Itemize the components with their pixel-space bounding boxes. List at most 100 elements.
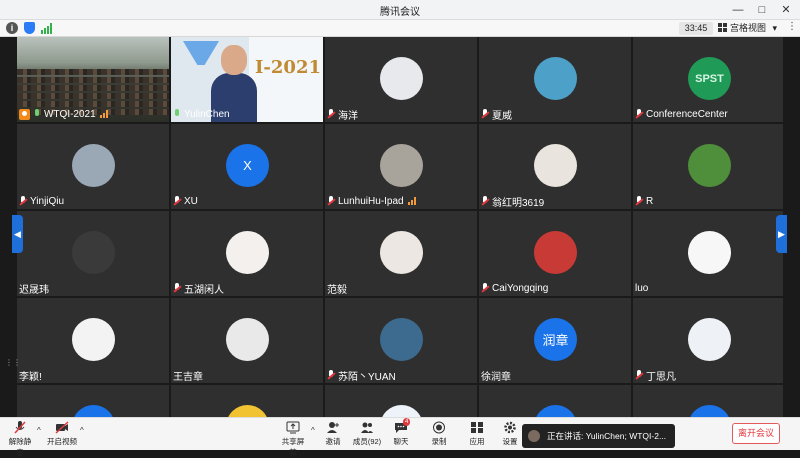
microphone-muted-icon bbox=[635, 195, 644, 207]
settings-button[interactable]: 设置 bbox=[499, 421, 521, 449]
participant-name-row: 范毅 bbox=[327, 281, 347, 296]
participant-tile[interactable]: 李颖! bbox=[17, 298, 169, 383]
share-screen-button[interactable]: 共享屏幕 bbox=[279, 421, 307, 457]
signal-icon bbox=[407, 197, 417, 205]
members-button[interactable]: 成员(92) bbox=[352, 421, 382, 449]
avatar: SPST bbox=[688, 57, 731, 100]
participant-name: 翁红明3619 bbox=[492, 197, 545, 209]
participant-tile[interactable]: SPST ConferenceCenter bbox=[633, 37, 783, 122]
participant-name: CaiYongqing bbox=[492, 282, 549, 294]
participant-name-row: ConferenceCenter bbox=[635, 107, 728, 121]
audience-row bbox=[17, 93, 169, 99]
participant-name: 迟晟玮 bbox=[19, 284, 49, 296]
participant-name: R bbox=[646, 195, 654, 207]
participant-tile[interactable]: Y bbox=[633, 385, 783, 417]
avatar bbox=[534, 57, 577, 100]
participant-name-row: 徐润章 bbox=[481, 368, 511, 383]
title-bar: 腾讯会议 — □ ✕ bbox=[0, 0, 800, 20]
members-icon bbox=[360, 421, 374, 434]
avatar: 润章 bbox=[534, 318, 577, 361]
participant-name-row: 迟晟玮 bbox=[19, 281, 49, 296]
microphone-muted-icon bbox=[327, 108, 336, 120]
participant-tile[interactable] bbox=[325, 385, 477, 417]
previous-page-button[interactable]: ◀ bbox=[12, 215, 23, 253]
participant-tile[interactable]: YinjiQiu bbox=[17, 124, 169, 209]
participant-name-row: YinjiQiu bbox=[19, 194, 64, 208]
participant-tile[interactable]: 润章徐润章 bbox=[479, 298, 631, 383]
participant-name-row: CaiYongqing bbox=[481, 281, 548, 295]
microphone-muted-icon bbox=[327, 195, 336, 207]
active-speaker-indicator: 正在讲话: YulinChen; WTQI-2... bbox=[522, 424, 675, 448]
microphone-muted-icon bbox=[327, 369, 336, 381]
participant-tile[interactable] bbox=[171, 385, 323, 417]
invite-button[interactable]: 邀请 bbox=[322, 421, 344, 449]
participant-tile[interactable]: R bbox=[633, 124, 783, 209]
avatar bbox=[380, 405, 423, 417]
participant-tile[interactable]: luo bbox=[633, 211, 783, 296]
share-options-chevron-icon[interactable]: ^ bbox=[311, 426, 315, 435]
network-signal-icon[interactable] bbox=[41, 23, 53, 34]
avatar bbox=[72, 318, 115, 361]
start-video-button[interactable]: 开启视频 bbox=[47, 421, 77, 449]
grid-icon bbox=[718, 23, 727, 32]
participant-name: ConferenceCenter bbox=[646, 108, 728, 120]
participant-tile[interactable]: 范毅 bbox=[325, 211, 477, 296]
camera-off-icon bbox=[55, 421, 69, 434]
participant-name: WTQI-2021 bbox=[44, 108, 96, 120]
chat-icon: 4 bbox=[394, 418, 411, 434]
leave-meeting-button[interactable]: 离开会议 bbox=[732, 423, 780, 444]
slide-title: I-2021 bbox=[255, 57, 321, 78]
participant-name: 王吉章 bbox=[173, 371, 203, 383]
audio-options-chevron-icon[interactable]: ^ bbox=[37, 426, 41, 435]
audience-row bbox=[17, 85, 169, 91]
record-button[interactable]: 录制 bbox=[428, 421, 450, 449]
apps-button[interactable]: 应用 bbox=[466, 421, 488, 449]
minimize-button[interactable]: — bbox=[730, 2, 746, 18]
apps-icon bbox=[470, 421, 484, 434]
participant-tile[interactable]: 王吉章 bbox=[171, 298, 323, 383]
participant-tile[interactable]: X XU bbox=[171, 124, 323, 209]
next-page-button[interactable]: ▶ bbox=[776, 215, 787, 253]
info-icon[interactable]: i bbox=[6, 22, 18, 34]
participant-tile[interactable]: CaiYongqing bbox=[479, 211, 631, 296]
audience-row bbox=[17, 69, 169, 75]
drag-handle-icon[interactable]: ⋮⋮ bbox=[5, 358, 21, 367]
participant-tile[interactable]: 迟晟玮 bbox=[17, 211, 169, 296]
participant-name: LunhuiHu-Ipad bbox=[338, 195, 404, 207]
avatar bbox=[226, 318, 269, 361]
maximize-button[interactable]: □ bbox=[754, 2, 770, 18]
start-video-label: 开启视频 bbox=[47, 437, 77, 446]
participant-tile[interactable]: WTQI-2021 bbox=[17, 37, 169, 122]
microphone-muted-icon bbox=[481, 195, 490, 207]
unmute-button[interactable]: 解除静音 bbox=[6, 421, 34, 457]
participant-tile[interactable]: 夏威 bbox=[479, 37, 631, 122]
participant-name-row: 丁思凡 bbox=[635, 368, 676, 383]
participant-tile[interactable]: 五湖闲人 bbox=[171, 211, 323, 296]
participant-tile[interactable]: LunhuiHu-Ipad bbox=[325, 124, 477, 209]
signal-icon bbox=[99, 110, 109, 118]
microphone-icon bbox=[33, 108, 42, 120]
microphone-muted-icon bbox=[173, 282, 182, 294]
participant-name-row: YulinChen bbox=[173, 107, 230, 121]
participant-tile[interactable]: W bbox=[479, 385, 631, 417]
video-options-chevron-icon[interactable]: ^ bbox=[80, 426, 84, 435]
participant-tile[interactable]: 苏陌丶YUAN bbox=[325, 298, 477, 383]
participant-tile[interactable]: 海洋 bbox=[325, 37, 477, 122]
participant-name: YulinChen bbox=[184, 108, 230, 120]
avatar bbox=[380, 144, 423, 187]
participant-name: YinjiQiu bbox=[30, 195, 65, 207]
close-button[interactable]: ✕ bbox=[778, 2, 794, 18]
avatar bbox=[534, 231, 577, 274]
chat-button[interactable]: 4 聊天 bbox=[390, 418, 412, 449]
gallery-view-button[interactable]: 宫格视图 ▾ bbox=[718, 21, 778, 36]
microphone-muted-icon bbox=[13, 421, 27, 434]
avatar bbox=[688, 231, 731, 274]
participant-tile[interactable]: X bbox=[17, 385, 169, 417]
participant-name-row: 翁红明3619 bbox=[481, 194, 545, 209]
participant-tile[interactable]: 丁思凡 bbox=[633, 298, 783, 383]
participant-tile[interactable]: 翁红明3619 bbox=[479, 124, 631, 209]
security-shield-icon[interactable] bbox=[24, 22, 35, 34]
more-options-icon[interactable]: ⋮ bbox=[787, 21, 797, 32]
participant-tile[interactable]: I-2021 YulinChen bbox=[171, 37, 323, 122]
apps-label: 应用 bbox=[469, 437, 485, 446]
